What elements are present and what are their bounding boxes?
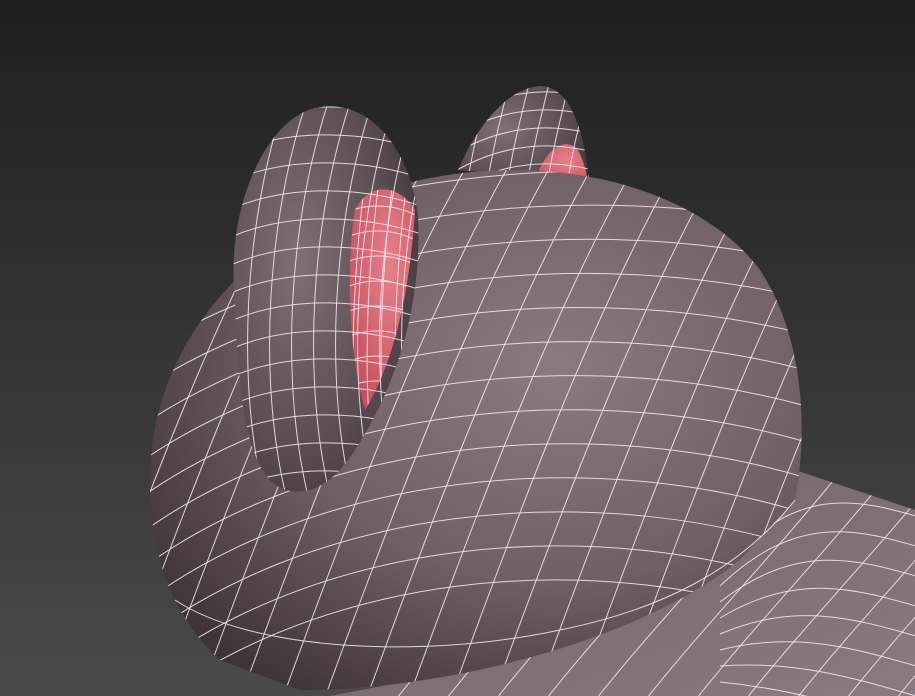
viewport-canvas[interactable] xyxy=(0,0,915,696)
3d-viewport[interactable] xyxy=(0,0,915,696)
